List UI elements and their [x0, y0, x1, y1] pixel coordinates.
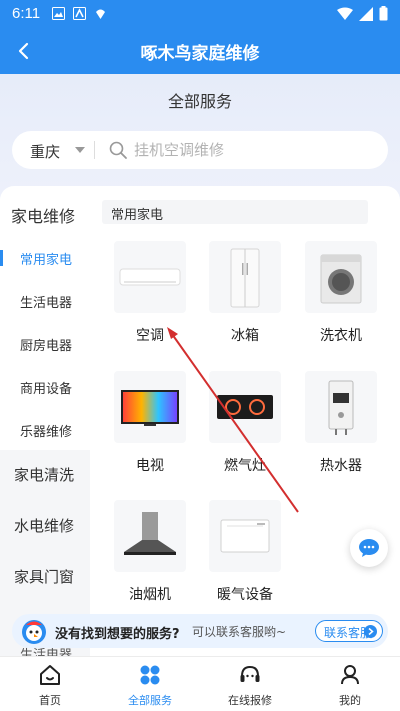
chat-fab[interactable] — [350, 529, 388, 567]
section-heading: 全部服务 — [167, 92, 232, 111]
tab-label: 首页 — [39, 694, 61, 707]
contact-support-button[interactable]: 联系客服 — [315, 620, 383, 642]
grid-icon — [140, 665, 160, 685]
tab-label: 我的 — [339, 694, 361, 707]
category-label: 水电维修 — [14, 517, 75, 535]
subcategory-item[interactable]: 商用设备 — [0, 372, 90, 402]
battery-icon — [379, 6, 388, 21]
refrigerator-image — [209, 241, 281, 313]
subcategory-item[interactable]: 生活电器 — [0, 286, 90, 316]
tab-label: 在线报修 — [228, 694, 272, 707]
header-area: 全部服务 重庆 — [0, 74, 400, 204]
service-item-tv[interactable]: 电视 — [114, 371, 186, 475]
tv-image — [114, 371, 186, 443]
subcategory-header-label: 常用家电 — [111, 208, 164, 223]
refrigerator-icon — [230, 248, 260, 308]
image-notification-icon — [52, 7, 65, 20]
water-heater-icon — [328, 380, 354, 435]
service-label: 空调 — [136, 328, 164, 344]
category-label: 家具门窗 — [14, 568, 75, 586]
service-label: 洗衣机 — [320, 328, 362, 344]
tab-all-services[interactable]: 全部服务 — [100, 657, 200, 711]
system-icons — [337, 6, 388, 21]
search-icon — [109, 141, 127, 159]
tab-profile[interactable]: 我的 — [300, 657, 400, 711]
notification-icons — [52, 7, 107, 20]
home-icon — [40, 665, 60, 685]
help-banner: 没有找到想要的服务? 可以联系客服哟~ 联系客服 — [12, 614, 388, 648]
range-hood-image — [114, 500, 186, 572]
chat-bubble-icon — [359, 539, 379, 557]
status-time: 6:11 — [12, 5, 41, 22]
water-heater-image — [305, 371, 377, 443]
tab-home[interactable]: 首页 — [0, 657, 100, 711]
service-item-washing-machine[interactable]: 洗衣机 — [305, 241, 377, 345]
service-item-gas-stove[interactable]: 燃气灶 — [209, 371, 281, 475]
tab-label: 全部服务 — [128, 694, 172, 707]
mascot-icon — [22, 620, 46, 644]
headset-icon — [240, 665, 260, 682]
category-item[interactable]: 家具门窗 — [0, 552, 90, 602]
subcategory-label: 常用家电 — [20, 253, 73, 268]
range-hood-icon — [124, 512, 176, 555]
washing-machine-icon — [320, 254, 362, 304]
search-bar: 重庆 — [12, 131, 388, 169]
wifi-icon — [337, 7, 353, 20]
status-bar: 6:11 — [0, 0, 400, 28]
service-item-refrigerator[interactable]: 冰箱 — [209, 241, 281, 345]
caret-down-icon[interactable] — [75, 147, 85, 153]
service-item-water-heater[interactable]: 热水器 — [305, 371, 377, 475]
subcategory-item[interactable]: 乐器维修 — [0, 415, 90, 445]
sync-notification-icon — [96, 9, 105, 19]
search-input[interactable] — [134, 139, 374, 161]
city-selector[interactable]: 重庆 — [30, 141, 60, 162]
page-title: 啄木鸟家庭维修 — [140, 44, 260, 64]
app-notification-icon — [73, 7, 86, 20]
search-divider — [94, 141, 95, 159]
gas-stove-image — [209, 371, 281, 443]
washing-machine-image — [305, 241, 377, 313]
service-label: 油烟机 — [129, 587, 171, 603]
service-item-range-hood[interactable]: 油烟机 — [114, 500, 186, 604]
tv-icon — [121, 390, 179, 426]
subcategory-label: 商用设备 — [20, 382, 73, 397]
subcategory-label: 厨房电器 — [20, 339, 73, 354]
air-conditioner-icon — [119, 268, 181, 286]
heating-icon — [220, 519, 270, 553]
tab-online-repair[interactable]: 在线报修 — [200, 657, 300, 711]
active-indicator — [0, 250, 3, 266]
service-label: 电视 — [136, 458, 164, 474]
subcategory-label: 生活电器 — [20, 296, 73, 311]
subcategory-item[interactable]: 常用家电 — [0, 243, 90, 273]
profile-icon — [341, 665, 359, 685]
subcategory-header: 常用家电 — [102, 200, 368, 224]
subcategory-item[interactable]: 厨房电器 — [0, 329, 90, 359]
service-item-air-conditioner[interactable]: 空调 — [114, 241, 186, 345]
air-conditioner-image — [114, 241, 186, 313]
signal-icon — [359, 6, 373, 21]
category-item[interactable]: 水电维修 — [0, 501, 90, 551]
app-bar: 啄木鸟家庭维修 — [0, 28, 400, 74]
service-label: 冰箱 — [231, 328, 259, 344]
category-item[interactable]: 家电清洗 — [0, 450, 90, 500]
heating-image — [209, 500, 281, 572]
bottom-tab-bar: 首页 全部服务 在线报修 我的 — [0, 656, 400, 711]
banner-hint: 可以联系客服哟~ — [192, 625, 287, 639]
service-label: 暖气设备 — [217, 587, 273, 603]
banner-question: 没有找到想要的服务? — [55, 627, 180, 642]
service-item-heating[interactable]: 暖气设备 — [209, 500, 281, 604]
subcategory-label: 乐器维修 — [20, 425, 73, 440]
service-label: 热水器 — [320, 458, 362, 474]
chevron-right-icon — [364, 625, 377, 638]
service-label: 燃气灶 — [224, 458, 266, 474]
gas-stove-icon — [217, 395, 273, 419]
service-content: 家电维修 常用家电 常用家电 生活电器 厨房电器 商用设备 乐器维修 家电清洗 … — [0, 186, 400, 656]
category-title[interactable]: 家电维修 — [11, 203, 75, 227]
category-label: 家电清洗 — [14, 466, 75, 484]
